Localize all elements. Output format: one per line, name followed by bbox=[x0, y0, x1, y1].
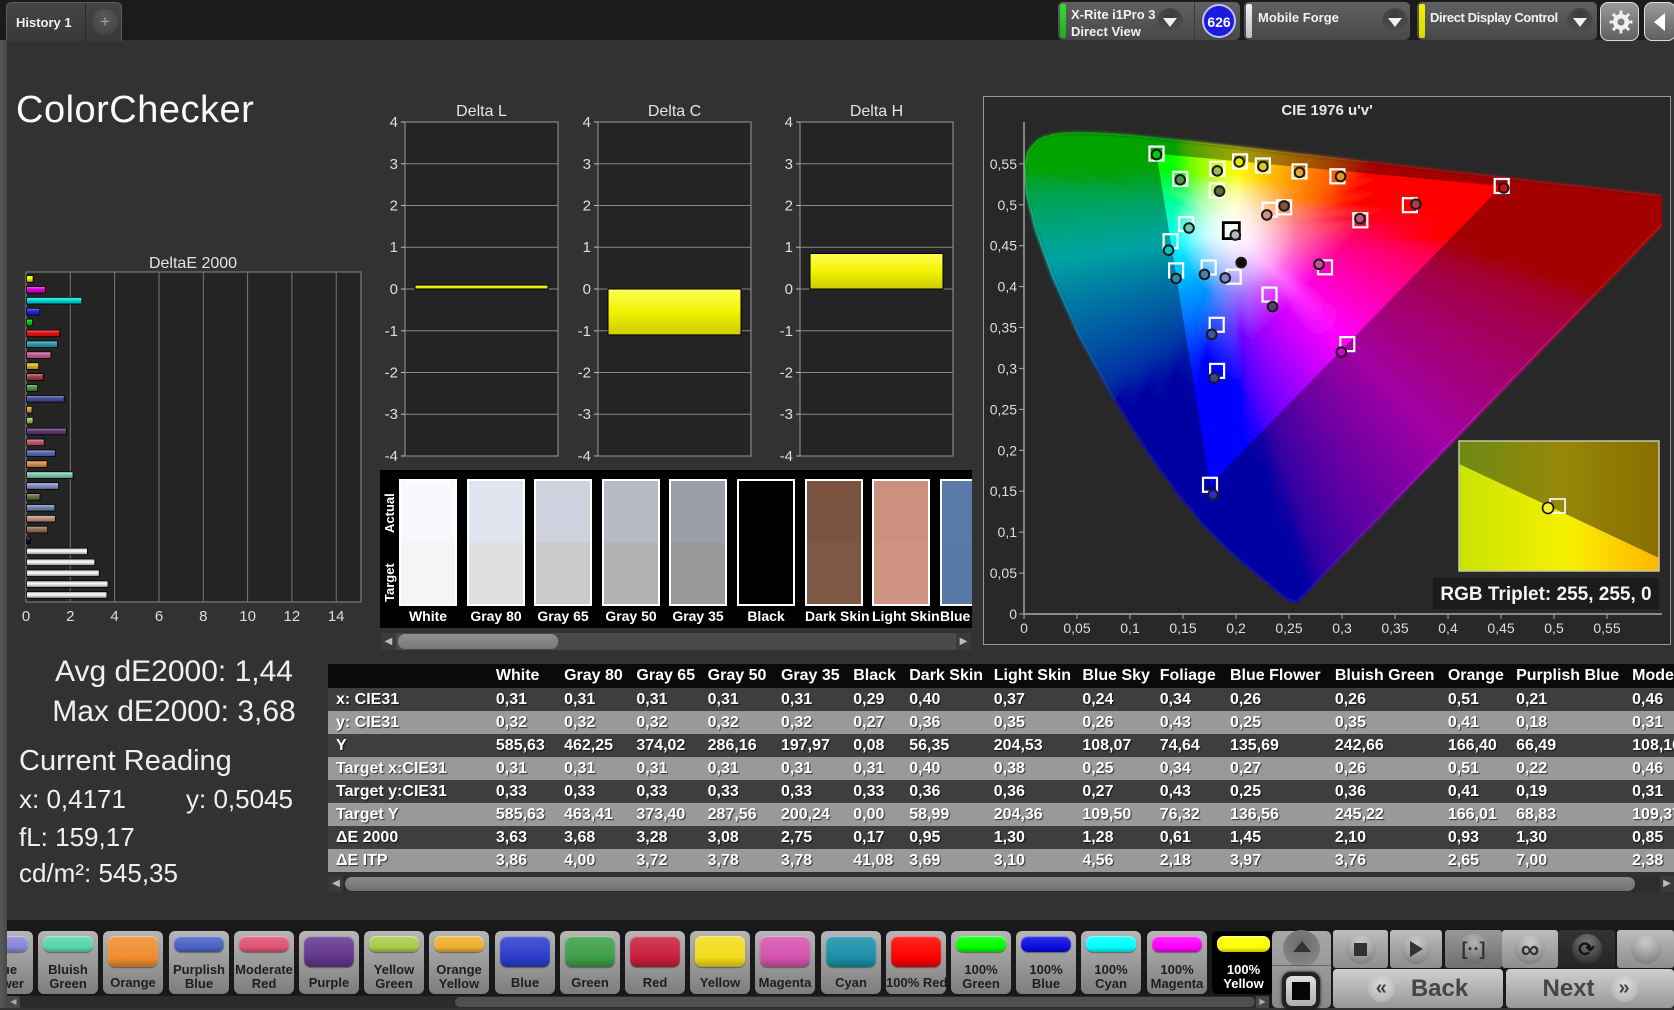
svg-text:3: 3 bbox=[583, 156, 591, 173]
svg-text:-3: -3 bbox=[780, 406, 793, 423]
svg-text:12: 12 bbox=[284, 608, 301, 625]
svg-text:0: 0 bbox=[390, 281, 398, 298]
svg-text:0,55: 0,55 bbox=[1593, 620, 1620, 636]
svg-text:RGB Triplet: 255, 255, 0: RGB Triplet: 255, 255, 0 bbox=[1440, 584, 1651, 605]
svg-text:-3: -3 bbox=[578, 406, 591, 423]
svg-text:0,35: 0,35 bbox=[990, 320, 1017, 336]
svg-text:0,5: 0,5 bbox=[998, 197, 1018, 213]
svg-text:0,45: 0,45 bbox=[1487, 620, 1514, 636]
svg-text:0: 0 bbox=[22, 608, 30, 625]
svg-text:0: 0 bbox=[785, 281, 793, 298]
svg-text:0,15: 0,15 bbox=[1169, 620, 1196, 636]
svg-text:14: 14 bbox=[328, 608, 345, 625]
svg-text:4: 4 bbox=[390, 114, 398, 131]
svg-text:10: 10 bbox=[239, 608, 256, 625]
svg-text:0,05: 0,05 bbox=[990, 565, 1017, 581]
svg-text:0: 0 bbox=[1009, 606, 1017, 622]
svg-text:-4: -4 bbox=[780, 448, 793, 465]
svg-text:0,15: 0,15 bbox=[990, 483, 1017, 499]
svg-text:0,3: 0,3 bbox=[1332, 620, 1352, 636]
svg-text:0: 0 bbox=[1020, 620, 1028, 636]
svg-text:-1: -1 bbox=[578, 323, 591, 340]
svg-text:DeltaE 2000: DeltaE 2000 bbox=[149, 255, 237, 272]
svg-text:4: 4 bbox=[110, 608, 118, 625]
svg-text:0,3: 0,3 bbox=[998, 360, 1018, 376]
svg-text:3: 3 bbox=[390, 156, 398, 173]
svg-text:8: 8 bbox=[199, 608, 207, 625]
svg-text:0,4: 0,4 bbox=[1438, 620, 1458, 636]
svg-text:2: 2 bbox=[583, 198, 591, 215]
svg-text:-1: -1 bbox=[780, 323, 793, 340]
svg-text:0,25: 0,25 bbox=[990, 401, 1017, 417]
svg-text:-2: -2 bbox=[780, 365, 793, 382]
svg-text:Delta L: Delta L bbox=[456, 103, 507, 120]
svg-text:4: 4 bbox=[583, 114, 591, 131]
svg-text:0,1: 0,1 bbox=[998, 524, 1018, 540]
svg-text:0,2: 0,2 bbox=[998, 442, 1018, 458]
svg-text:-4: -4 bbox=[385, 448, 398, 465]
svg-text:1: 1 bbox=[583, 239, 591, 256]
svg-text:-2: -2 bbox=[385, 365, 398, 382]
svg-text:0,35: 0,35 bbox=[1381, 620, 1408, 636]
svg-text:-1: -1 bbox=[385, 323, 398, 340]
svg-text:0,55: 0,55 bbox=[990, 156, 1017, 172]
svg-text:2: 2 bbox=[390, 198, 398, 215]
svg-text:0,1: 0,1 bbox=[1120, 620, 1140, 636]
svg-text:6: 6 bbox=[155, 608, 163, 625]
svg-text:-4: -4 bbox=[578, 448, 591, 465]
svg-text:CIE 1976 u'v': CIE 1976 u'v' bbox=[1281, 102, 1372, 119]
svg-text:0,5: 0,5 bbox=[1544, 620, 1564, 636]
svg-text:0,4: 0,4 bbox=[998, 279, 1018, 295]
svg-text:0,25: 0,25 bbox=[1275, 620, 1302, 636]
svg-text:0,45: 0,45 bbox=[990, 238, 1017, 254]
svg-text:2: 2 bbox=[785, 198, 793, 215]
svg-text:-3: -3 bbox=[385, 406, 398, 423]
svg-text:1: 1 bbox=[785, 239, 793, 256]
svg-text:3: 3 bbox=[785, 156, 793, 173]
svg-text:Delta C: Delta C bbox=[648, 103, 701, 120]
svg-text:0,05: 0,05 bbox=[1063, 620, 1090, 636]
svg-text:4: 4 bbox=[785, 114, 793, 131]
svg-text:Delta H: Delta H bbox=[850, 103, 903, 120]
svg-text:1: 1 bbox=[390, 239, 398, 256]
svg-text:-2: -2 bbox=[578, 365, 591, 382]
svg-text:0,2: 0,2 bbox=[1226, 620, 1246, 636]
svg-text:0: 0 bbox=[583, 281, 591, 298]
svg-text:2: 2 bbox=[66, 608, 74, 625]
